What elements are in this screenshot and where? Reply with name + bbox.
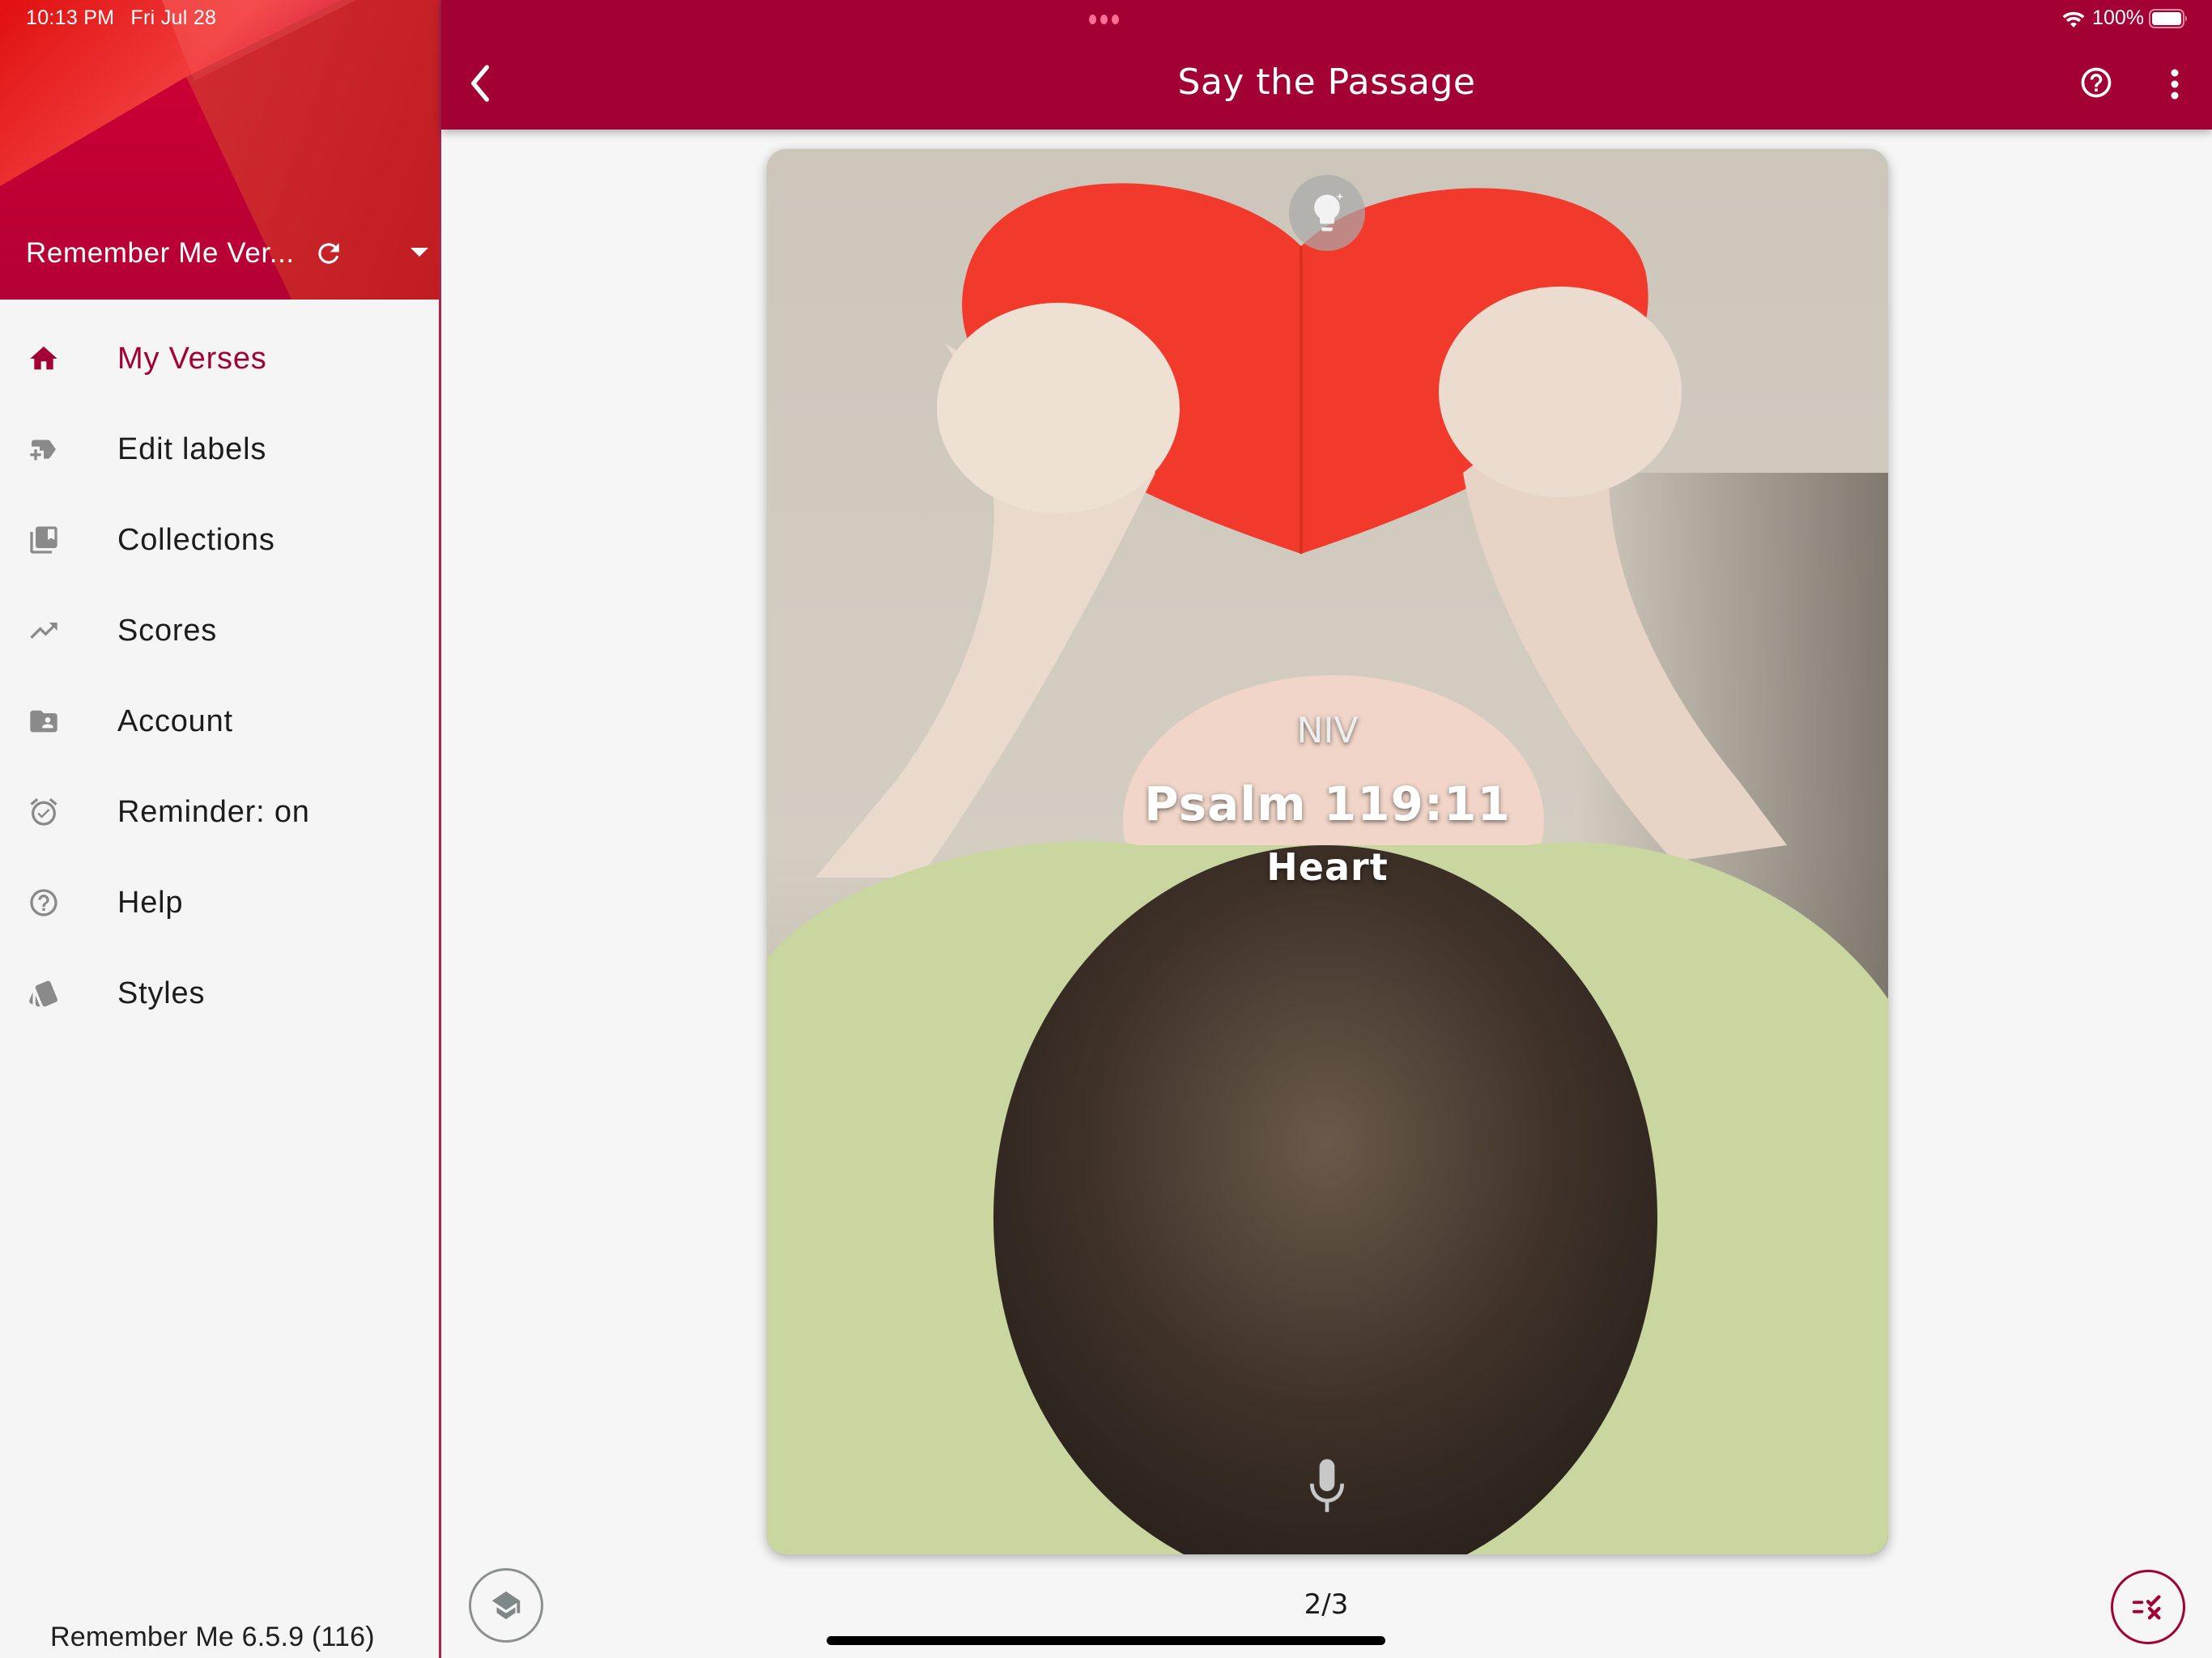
wifi-icon [2062, 11, 2085, 28]
nav-item-label: Collections [117, 522, 275, 557]
nav-item-label: Edit labels [117, 432, 267, 466]
nav-item-reminder[interactable]: Reminder: on [0, 767, 439, 857]
nav-item-account[interactable]: Account [0, 676, 439, 767]
battery-icon [2149, 8, 2187, 28]
drawer-menu: My Verses Edit labels Collections Scores… [0, 313, 439, 1039]
nav-item-help[interactable]: Help [0, 857, 439, 948]
drawer-header: 10:13 PM Fri Jul 28 Remember Me Ver... [0, 0, 439, 300]
page-indicator: 2/3 [1304, 1588, 1349, 1621]
page-title: Say the Passage [1177, 62, 1476, 103]
account-name: Remember Me Ver... [26, 237, 295, 269]
passage-card[interactable]: NIV Psalm 119:11 Heart [767, 149, 1888, 1554]
account-folder-icon [30, 710, 57, 733]
nav-item-label: Help [117, 885, 184, 920]
nav-item-styles[interactable]: Styles [0, 948, 439, 1039]
battery-percentage: 100% [2092, 6, 2144, 29]
nav-item-label: Scores [117, 613, 218, 648]
styles-cards-icon [29, 980, 57, 1007]
nav-item-my-verses[interactable]: My Verses [0, 313, 439, 404]
trending-up-icon [30, 623, 57, 639]
multitasking-handle[interactable] [1089, 15, 1119, 24]
microphone-button[interactable] [1304, 1457, 1350, 1514]
home-indicator[interactable] [827, 1636, 1385, 1645]
passage-label: Heart [1266, 845, 1389, 889]
app-bar: 100% Say the Passage [441, 0, 2212, 130]
verse-reference: Psalm 119:11 [1144, 776, 1511, 831]
check-answers-button[interactable] [2111, 1570, 2185, 1644]
nav-item-label: Reminder: on [117, 794, 310, 829]
refresh-icon[interactable] [313, 238, 344, 269]
hint-button[interactable] [1289, 175, 1365, 251]
nav-item-label: My Verses [117, 341, 267, 376]
nav-item-label: Styles [117, 976, 206, 1010]
home-icon [30, 346, 57, 370]
lightbulb-icon [1314, 193, 1344, 232]
rule-check-icon [2132, 1595, 2161, 1620]
nav-item-collections[interactable]: Collections [0, 495, 439, 585]
dropdown-arrow-icon[interactable] [410, 248, 428, 257]
status-time: 10:13 PM [26, 6, 115, 29]
learn-mode-button[interactable] [469, 1568, 543, 1643]
app-version: Remember Me 6.5.9 (116) [50, 1622, 375, 1652]
account-switcher[interactable]: Remember Me Ver... [26, 232, 431, 275]
nav-item-label: Account [117, 704, 233, 738]
help-button[interactable] [2078, 65, 2114, 100]
collections-bookmark-icon [30, 526, 57, 554]
status-bar-left: 10:13 PM Fri Jul 28 [26, 6, 232, 30]
alarm-on-icon [30, 797, 57, 826]
navigation-drawer: 10:13 PM Fri Jul 28 Remember Me Ver... My… [0, 0, 441, 1658]
bible-translation: NIV [1296, 710, 1359, 751]
help-circle-icon [30, 889, 57, 916]
nav-item-edit-labels[interactable]: Edit labels [0, 404, 439, 495]
status-date: Fri Jul 28 [130, 6, 217, 29]
new-label-icon [30, 440, 56, 461]
more-options-button[interactable] [2169, 68, 2180, 100]
nav-item-scores[interactable]: Scores [0, 585, 439, 676]
graduation-cap-icon [491, 1591, 521, 1620]
status-bar-right: 100% [2061, 6, 2188, 30]
